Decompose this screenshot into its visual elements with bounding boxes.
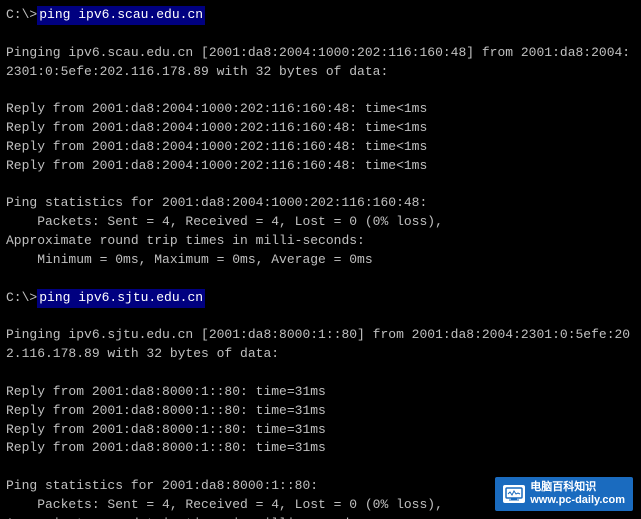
blank-3 (6, 176, 635, 195)
stats1-approx: Approximate round trip times in milli-se… (6, 232, 635, 251)
reply1-1: Reply from 2001:da8:2004:1000:202:116:16… (6, 100, 635, 119)
line-ping2-1: Pinging ipv6.sjtu.edu.cn [2001:da8:8000:… (6, 326, 635, 345)
blank-5 (6, 308, 635, 327)
line-ping1-1: Pinging ipv6.scau.edu.cn [2001:da8:2004:… (6, 44, 635, 63)
line-ping1-2: 2301:0:5efe:202.116.178.89 with 32 bytes… (6, 63, 635, 82)
blank-7 (6, 458, 635, 477)
stats1-header: Ping statistics for 2001:da8:2004:1000:2… (6, 194, 635, 213)
blank-1 (6, 25, 635, 44)
reply1-2: Reply from 2001:da8:2004:1000:202:116:16… (6, 119, 635, 138)
line-2: C:\>ping ipv6.sjtu.edu.cn (6, 289, 635, 308)
stats2-approx: Approximate round trip times in milli-se… (6, 515, 635, 519)
reply2-3: Reply from 2001:da8:8000:1::80: time=31m… (6, 421, 635, 440)
prompt-2: C:\> (6, 290, 37, 305)
stats1-minmax: Minimum = 0ms, Maximum = 0ms, Average = … (6, 251, 635, 270)
blank-2 (6, 81, 635, 100)
cmd-2: ping ipv6.sjtu.edu.cn (37, 289, 205, 308)
watermark-svg (505, 487, 523, 501)
watermark-icon (503, 485, 525, 503)
reply2-2: Reply from 2001:da8:8000:1::80: time=31m… (6, 402, 635, 421)
watermark-line1: 电脑百科知识 (530, 481, 625, 494)
reply2-4: Reply from 2001:da8:8000:1::80: time=31m… (6, 439, 635, 458)
terminal-window: C:\>ping ipv6.scau.edu.cn Pinging ipv6.s… (0, 0, 641, 519)
line-ping2-2: 2.116.178.89 with 32 bytes of data: (6, 345, 635, 364)
prompt-1: C:\> (6, 7, 37, 22)
watermark: 电脑百科知识 www.pc-daily.com (495, 477, 633, 511)
reply1-4: Reply from 2001:da8:2004:1000:202:116:16… (6, 157, 635, 176)
stats1-packets: Packets: Sent = 4, Received = 4, Lost = … (6, 213, 635, 232)
watermark-line2: www.pc-daily.com (530, 494, 625, 507)
line-1: C:\>ping ipv6.scau.edu.cn (6, 6, 635, 25)
reply2-1: Reply from 2001:da8:8000:1::80: time=31m… (6, 383, 635, 402)
reply1-3: Reply from 2001:da8:2004:1000:202:116:16… (6, 138, 635, 157)
watermark-text: 电脑百科知识 www.pc-daily.com (530, 481, 625, 507)
blank-6 (6, 364, 635, 383)
cmd-1: ping ipv6.scau.edu.cn (37, 6, 205, 25)
blank-4 (6, 270, 635, 289)
